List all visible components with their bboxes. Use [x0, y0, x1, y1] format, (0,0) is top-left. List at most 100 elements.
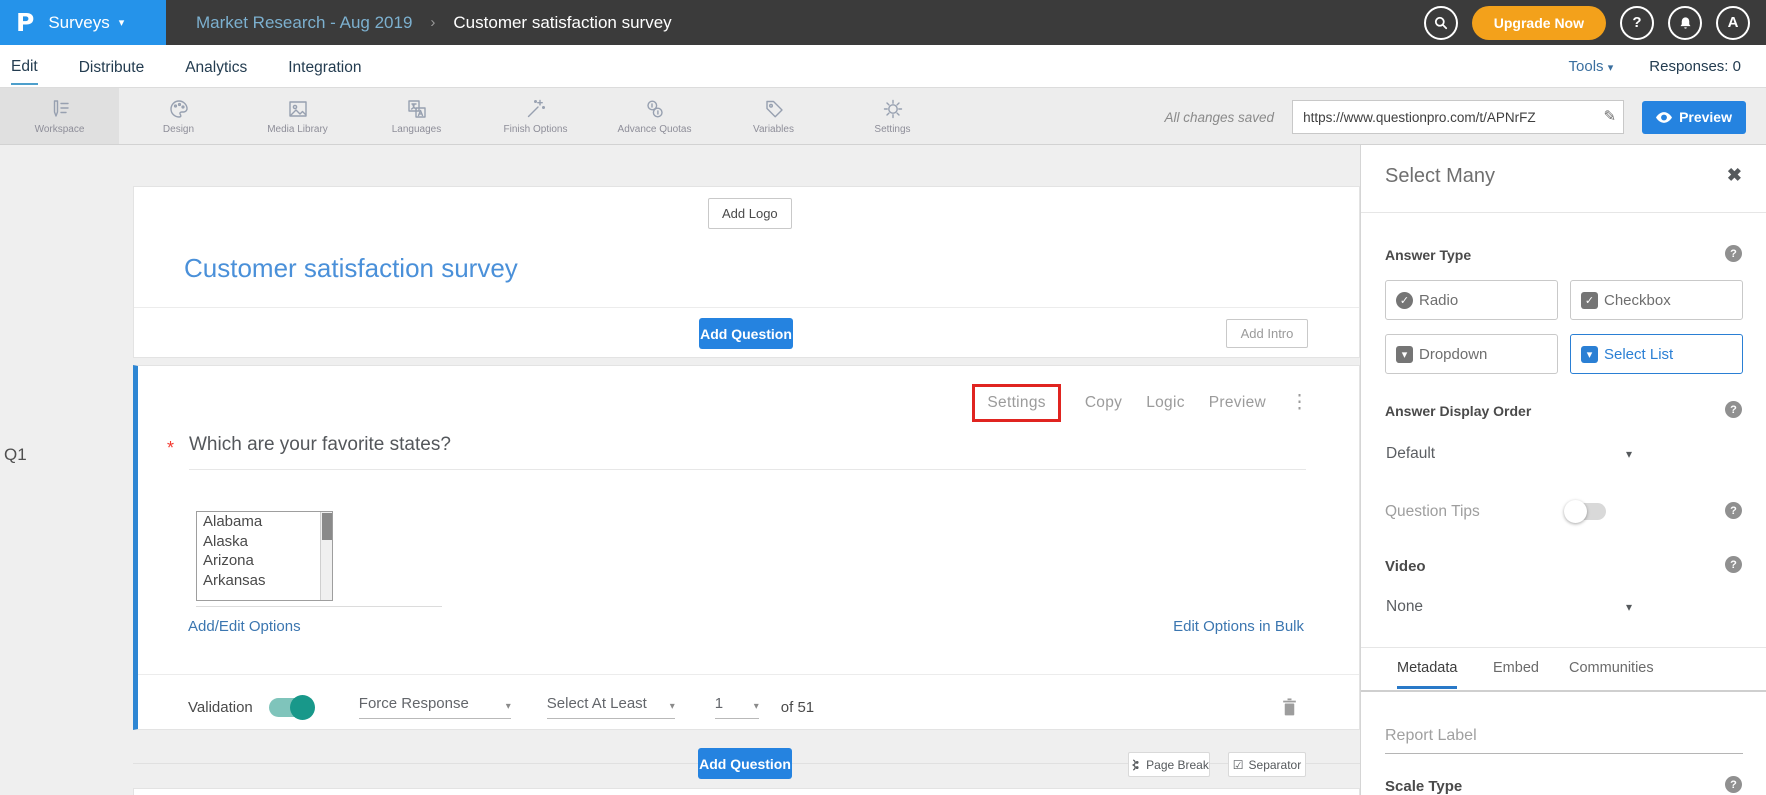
edit-toolbar: Workspace Design Media Library Languages…: [0, 87, 1766, 145]
toolbar-item-settings[interactable]: Settings: [833, 88, 952, 144]
caret-down-icon: ▾: [506, 701, 511, 712]
chevron-right-icon: ›: [430, 14, 435, 31]
save-status: All changes saved: [1164, 110, 1274, 125]
checkbox-icon: ☑: [1233, 758, 1244, 772]
search-button[interactable]: [1424, 6, 1458, 40]
preview-button[interactable]: Preview: [1642, 101, 1746, 134]
caret-down-icon: ▾: [1608, 62, 1614, 74]
breadcrumb-folder-link[interactable]: Market Research - Aug 2019: [196, 13, 412, 33]
toolbar-item-languages[interactable]: Languages: [357, 88, 476, 144]
add-question-button-top[interactable]: Add Question: [699, 318, 793, 349]
account-avatar[interactable]: A: [1716, 6, 1750, 40]
breadcrumb: Market Research - Aug 2019 › Customer sa…: [166, 13, 672, 33]
survey-nav: Edit Distribute Analytics Integration To…: [0, 45, 1766, 87]
search-icon: [1433, 15, 1449, 31]
caret-down-icon: ▾: [754, 701, 759, 712]
answer-type-radio[interactable]: ✓ Radio: [1385, 280, 1558, 320]
survey-url-input[interactable]: [1292, 100, 1624, 134]
survey-canvas: Q1 Add Logo Customer satisfaction survey…: [0, 145, 1766, 795]
add-logo-button[interactable]: Add Logo: [708, 198, 792, 229]
question-copy-action[interactable]: Copy: [1085, 394, 1122, 412]
question-code: Q1: [4, 445, 27, 465]
list-option[interactable]: Arizona: [197, 551, 332, 571]
survey-title[interactable]: Customer satisfaction survey: [184, 253, 518, 284]
question-preview-action[interactable]: Preview: [1209, 394, 1266, 412]
question-card: Settings Copy Logic Preview ⋮ * Which ar…: [133, 365, 1360, 730]
question-logic-action[interactable]: Logic: [1146, 394, 1185, 412]
add-edit-options-link[interactable]: Add/Edit Options: [188, 618, 301, 635]
product-menu-label: Surveys: [48, 13, 109, 33]
listbox-scrollbar[interactable]: [320, 512, 332, 600]
edit-options-in-bulk-link[interactable]: Edit Options in Bulk: [1173, 618, 1304, 635]
tab-edit[interactable]: Edit: [11, 48, 38, 85]
list-option[interactable]: Alabama: [197, 512, 332, 532]
toolbar-item-finish-options[interactable]: Finish Options: [476, 88, 595, 144]
question-tips-toggle[interactable]: [1566, 503, 1606, 520]
help-icon[interactable]: ?: [1725, 556, 1742, 573]
bell-icon: [1678, 15, 1693, 31]
responses-count[interactable]: Responses: 0: [1649, 58, 1741, 75]
validation-condition-dropdown[interactable]: Select At Least ▾: [547, 695, 675, 719]
validation-count-dropdown[interactable]: 1 ▾: [715, 695, 759, 719]
product-menu[interactable]: P Surveys ▾: [0, 0, 166, 45]
validation-toggle[interactable]: [269, 698, 313, 717]
toolbar-item-design[interactable]: Design: [119, 88, 238, 144]
divider: [1361, 212, 1766, 213]
help-icon[interactable]: ?: [1725, 401, 1742, 418]
toolbar-item-workspace[interactable]: Workspace: [0, 88, 119, 144]
answer-type-checkbox[interactable]: ✓ Checkbox: [1570, 280, 1743, 320]
breadcrumb-current: Customer satisfaction survey: [453, 13, 671, 33]
edit-url-pencil-icon[interactable]: ✎: [1603, 107, 1616, 125]
palette-icon: [167, 97, 191, 121]
upgrade-now-button[interactable]: Upgrade Now: [1472, 6, 1606, 40]
list-option[interactable]: Alaska: [197, 532, 332, 552]
checkbox-check-icon: ✓: [1581, 292, 1598, 309]
help-icon[interactable]: ?: [1725, 776, 1742, 793]
video-dropdown[interactable]: None ▾: [1386, 598, 1632, 616]
list-option[interactable]: Arkansas: [197, 571, 332, 591]
avatar-initial: A: [1728, 14, 1739, 31]
listbox-underline: [196, 606, 442, 607]
validation-rule-dropdown[interactable]: Force Response ▾: [359, 695, 511, 719]
tab-embed[interactable]: Embed: [1493, 660, 1539, 686]
separator-button[interactable]: ☑ Separator: [1228, 752, 1306, 777]
tab-communities[interactable]: Communities: [1569, 660, 1654, 686]
question-settings-action[interactable]: Settings: [972, 384, 1060, 422]
toolbar-item-variables[interactable]: Variables: [714, 88, 833, 144]
add-intro-button[interactable]: Add Intro: [1226, 319, 1308, 348]
tools-dropdown[interactable]: Tools ▾: [1569, 58, 1614, 75]
delete-question-button[interactable]: [1280, 696, 1299, 723]
add-question-button-bottom[interactable]: Add Question: [698, 748, 792, 779]
tab-metadata[interactable]: Metadata: [1397, 660, 1457, 689]
question-text[interactable]: Which are your favorite states?: [189, 434, 451, 456]
help-icon[interactable]: ?: [1725, 245, 1742, 262]
answer-type-dropdown[interactable]: ▾ Dropdown: [1385, 334, 1558, 374]
tab-distribute[interactable]: Distribute: [79, 49, 144, 84]
toolbar-item-advance-quotas[interactable]: Advance Quotas: [595, 88, 714, 144]
panel-tabs: Metadata Embed Communities: [1361, 657, 1766, 692]
divider: [1361, 647, 1766, 648]
kebab-menu-icon[interactable]: ⋮: [1290, 396, 1309, 410]
close-icon[interactable]: ✖: [1727, 165, 1742, 186]
help-icon[interactable]: ?: [1725, 502, 1742, 519]
select-list-preview[interactable]: Alabama Alaska Arizona Arkansas: [196, 511, 333, 601]
magic-wand-icon: [524, 97, 548, 121]
notifications-button[interactable]: [1668, 6, 1702, 40]
question-text-underline: [189, 469, 1306, 470]
page-break-button[interactable]: Page Break: [1128, 752, 1210, 777]
scrollbar-thumb[interactable]: [322, 513, 332, 540]
help-button[interactable]: ?: [1620, 6, 1654, 40]
answer-type-select-list[interactable]: ▾ Select List: [1570, 334, 1743, 374]
required-asterisk: *: [167, 438, 174, 459]
toolbar-item-media-library[interactable]: Media Library: [238, 88, 357, 144]
next-section-card: [133, 788, 1360, 795]
question-mark-icon: ?: [1632, 14, 1641, 31]
translate-icon: [405, 97, 429, 121]
tab-analytics[interactable]: Analytics: [185, 49, 247, 84]
question-tips-label: Question Tips: [1385, 503, 1480, 521]
tab-integration[interactable]: Integration: [288, 49, 361, 84]
answer-display-order-dropdown[interactable]: Default ▾: [1386, 445, 1632, 463]
report-label-input[interactable]: [1385, 723, 1743, 754]
question-settings-panel: Select Many ✖ Answer Type ? ✓ Radio ✓ Ch…: [1360, 145, 1766, 795]
caret-down-icon: ▾: [119, 16, 125, 29]
